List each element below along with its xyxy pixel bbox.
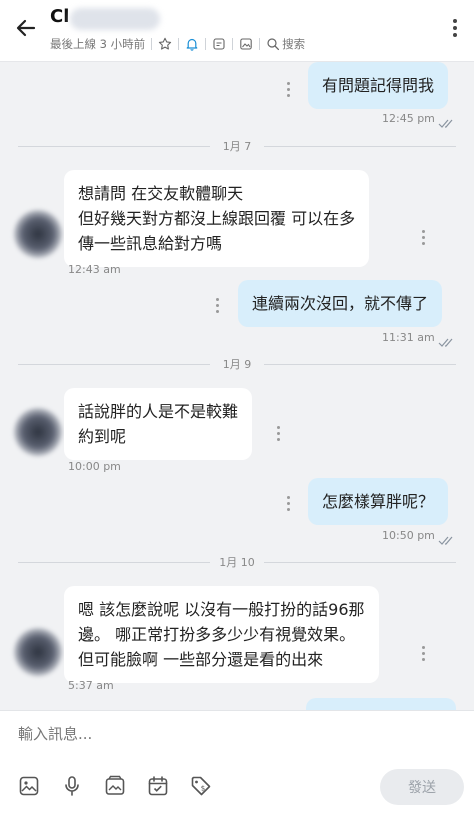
date-separator: 1月 7 [0,138,474,154]
calendar-icon[interactable] [147,775,169,797]
date-separator: 1月 10 [0,554,474,570]
divider [151,38,153,50]
header-subline: 最後上線 3 小時前 搜索 [50,36,305,52]
microphone-icon[interactable] [61,775,83,797]
last-seen-status: 最後上線 3 小時前 [50,37,146,51]
incoming-message[interactable]: 想請問 在交友軟體聊天 但好幾天對方都沒上線跟回覆 可以在多 傳一些訊息給對方嗎 [64,170,370,267]
contact-avatar[interactable] [14,628,62,676]
message-options-icon[interactable] [422,646,426,662]
divider [259,38,261,50]
incoming-message[interactable]: 嗯 該怎麼說呢 以沒有一般打扮的話96那 邊。 哪正常打扮多多少少有視覺效果。 … [64,586,379,683]
image-icon[interactable] [18,775,40,797]
image-icon[interactable] [239,37,253,51]
divider [178,38,180,50]
message-list[interactable]: 有問題記得問我 12:45 pm 1月 7 想請問 在交友軟體聊天 但好幾天對方… [0,62,474,710]
message-time: 12:45 pm [382,112,435,125]
message-time: 5:37 am [68,679,114,692]
date-separator: 1月 9 [0,356,474,372]
message-input[interactable] [18,723,448,745]
date-label: 1月 10 [219,556,255,569]
contact-name: Cl [50,6,70,27]
contact-name-area[interactable]: Cl [50,6,160,32]
contact-avatar[interactable] [14,210,62,258]
composer-toolbar: $ [18,775,233,801]
date-label: 1月 9 [222,358,252,371]
message-options-icon[interactable] [277,426,281,442]
message-time: 10:50 pm [382,529,435,542]
star-icon[interactable] [158,37,172,51]
message-options-icon[interactable] [287,82,291,98]
message-composer: $ 發送 [0,710,474,816]
outgoing-message[interactable]: 有問題記得問我 [308,62,449,109]
blurred-name-overlay [70,8,160,30]
search-icon[interactable] [266,37,280,51]
price-tag-icon[interactable]: $ [190,775,212,797]
divider [205,38,207,50]
read-receipt-icon [438,114,456,128]
search-label[interactable]: 搜索 [282,36,305,52]
outgoing-message-partial[interactable] [306,698,456,710]
read-receipt-icon [438,531,456,545]
more-vertical-icon[interactable] [448,16,462,40]
gallery-icon[interactable] [104,775,126,797]
back-arrow-icon[interactable] [12,14,40,42]
outgoing-message[interactable]: 怎麼樣算胖呢？ [308,478,449,525]
message-time: 10:00 pm [68,460,121,473]
read-receipt-icon [438,333,456,347]
send-button[interactable]: 發送 [380,769,464,805]
note-icon[interactable] [212,37,226,51]
message-options-icon[interactable] [216,298,220,314]
svg-text:$: $ [201,785,205,793]
bell-icon[interactable] [185,37,199,51]
contact-avatar[interactable] [14,408,62,456]
divider [232,38,234,50]
message-time: 11:31 am [382,331,435,344]
outgoing-message[interactable]: 連續兩次沒回，就不傳了 [238,280,443,327]
message-options-icon[interactable] [422,230,426,246]
chat-header: Cl 最後上線 3 小時前 搜索 [0,0,474,62]
message-time: 12:43 am [68,263,121,276]
date-label: 1月 7 [222,140,252,153]
message-options-icon[interactable] [287,496,291,512]
incoming-message[interactable]: 話說胖的人是不是較難 約到呢 [64,388,253,460]
